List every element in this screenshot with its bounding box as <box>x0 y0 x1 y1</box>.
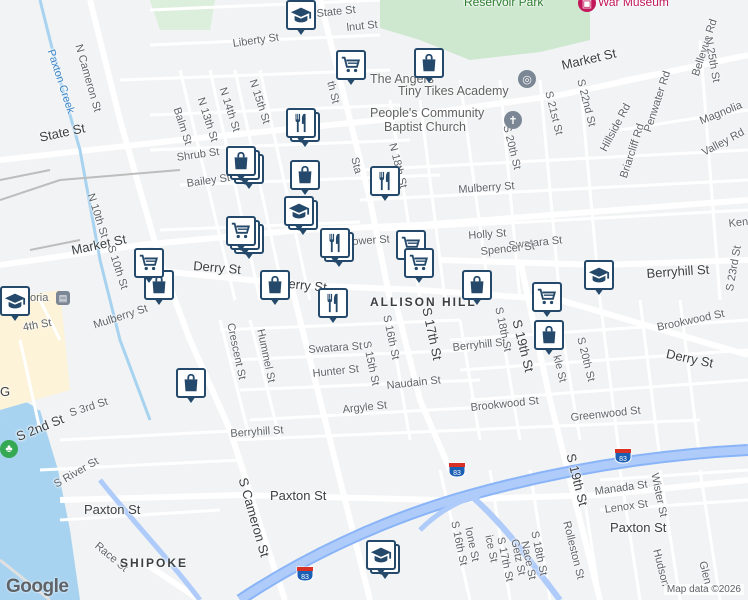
shopping-marker[interactable] <box>414 48 444 84</box>
interstate-83-shield-3: 83 <box>296 566 314 582</box>
place-label-war-museum: War Museum <box>598 0 669 9</box>
shopping-icon <box>418 52 440 74</box>
map-canvas[interactable]: N Cameron St Paxton Creek State St Marke… <box>0 0 748 600</box>
grocery-marker[interactable] <box>134 248 164 284</box>
shopping-marker[interactable] <box>176 368 206 404</box>
street-label-ken: Ken <box>728 215 748 230</box>
school-icon <box>288 200 310 222</box>
grocery-icon <box>230 220 252 242</box>
restaurant-marker[interactable] <box>370 166 400 202</box>
school-marker[interactable] <box>584 260 614 296</box>
shopping-marker[interactable] <box>226 146 256 182</box>
restaurant-icon <box>322 292 344 314</box>
school-icon <box>370 544 392 566</box>
place-label-oria: oria <box>30 292 49 304</box>
map-attribution[interactable]: Map data ©2026 <box>663 584 744 595</box>
grocery-icon <box>340 54 362 76</box>
place-label-tiny-tikes: Tiny Tikes Academy <box>398 84 509 98</box>
shopping-icon <box>538 324 560 346</box>
street-label-paxton-mid: Paxton St <box>270 488 327 503</box>
street-label-paxton-east: Paxton St <box>610 520 667 535</box>
place-label-peoples-church-line2: Baptist Church <box>384 120 466 134</box>
school-marker[interactable] <box>286 0 316 36</box>
grocery-icon <box>408 252 430 274</box>
grocery-marker[interactable] <box>226 216 256 252</box>
shopping-icon <box>466 274 488 296</box>
school-icon <box>4 290 26 312</box>
svg-text:83: 83 <box>453 470 461 477</box>
place-label-peoples-church-line1: People's Community <box>370 106 485 120</box>
grocery-icon <box>536 286 558 308</box>
school-marker[interactable] <box>366 540 396 576</box>
shopping-icon <box>230 150 252 172</box>
park-tree-icon[interactable]: ♣ <box>0 440 18 458</box>
grocery-marker[interactable] <box>336 50 366 86</box>
grocery-icon <box>138 252 160 274</box>
restaurant-icon <box>324 232 346 254</box>
shopping-icon <box>264 274 286 296</box>
shopping-icon <box>294 164 316 186</box>
place-label-shipoke: SHIPOKE <box>120 556 189 570</box>
transit-station-icon[interactable]: ▤ <box>56 291 70 305</box>
shopping-marker[interactable] <box>260 270 290 306</box>
shopping-marker[interactable] <box>534 320 564 356</box>
school-marker[interactable] <box>284 196 314 232</box>
restaurant-marker[interactable] <box>320 228 350 264</box>
place-label-reservoir-park: Reservoir Park <box>464 0 544 9</box>
place-label-allison-hill: ALLISON HILL <box>370 295 477 309</box>
restaurant-icon <box>374 170 396 192</box>
svg-text:83: 83 <box>619 456 627 463</box>
school-icon <box>588 264 610 286</box>
restaurant-marker[interactable] <box>318 288 348 324</box>
restaurant-icon <box>290 112 312 134</box>
street-label-paxton-west: Paxton St <box>84 502 141 517</box>
school-icon <box>290 4 312 26</box>
shopping-marker[interactable] <box>462 270 492 306</box>
interstate-83-shield-2: 83 <box>448 462 466 478</box>
restaurant-marker[interactable] <box>286 108 316 144</box>
grocery-marker[interactable] <box>532 282 562 318</box>
school-icon[interactable]: ◎ <box>518 70 536 88</box>
shopping-marker[interactable] <box>290 160 320 196</box>
grocery-marker[interactable] <box>404 248 434 284</box>
shopping-icon <box>180 372 202 394</box>
church-icon[interactable]: ✝ <box>504 111 522 129</box>
google-logo: Google <box>6 576 69 597</box>
place-label-g: G <box>0 384 11 399</box>
interstate-83-shield-1: 83 <box>614 448 632 464</box>
school-marker[interactable] <box>0 286 30 322</box>
svg-text:83: 83 <box>301 574 309 581</box>
